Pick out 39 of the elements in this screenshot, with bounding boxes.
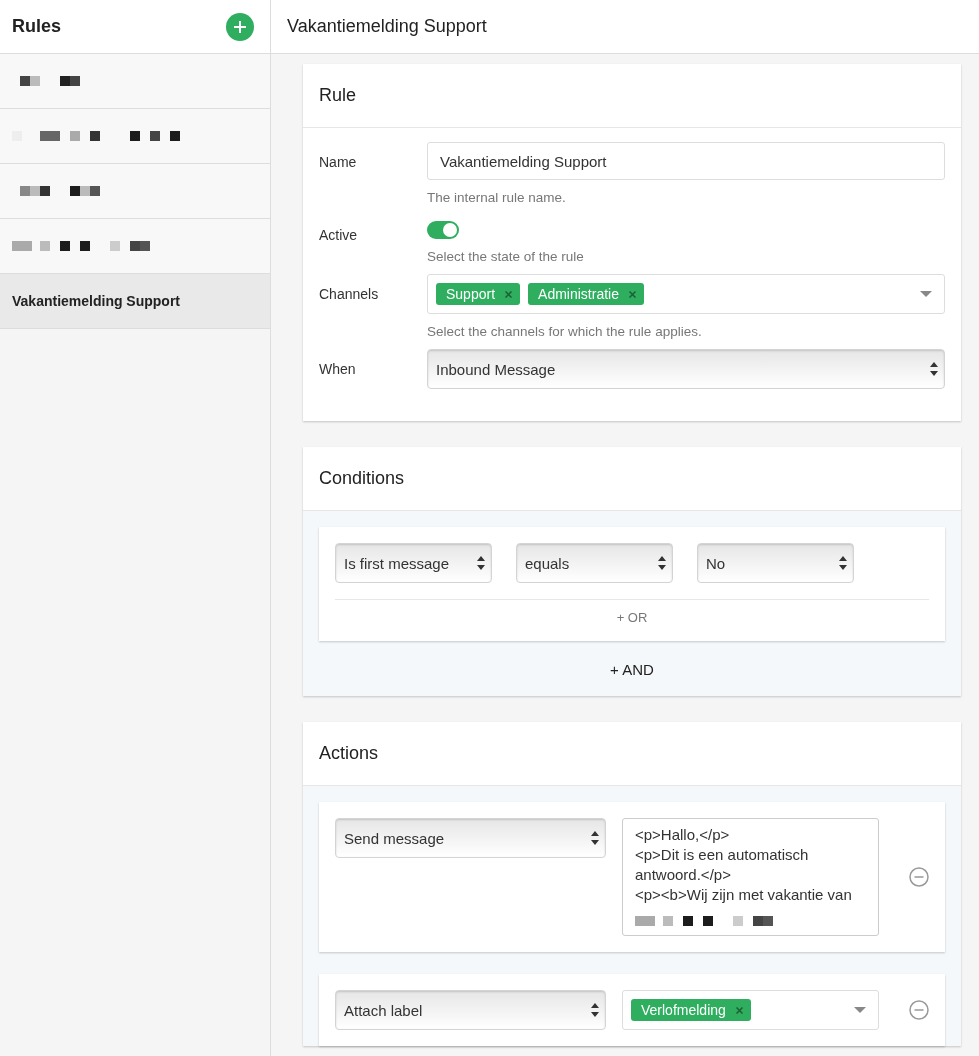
tag: Support	[436, 283, 521, 305]
active-toggle[interactable]	[427, 221, 459, 239]
help-text: Select the state of the rule	[427, 249, 585, 264]
remove-tag-button[interactable]	[735, 1004, 743, 1016]
caret-icon	[920, 291, 932, 297]
remove-action-button[interactable]	[909, 867, 929, 887]
message-field[interactable]: <p>Hallo,</p> <p>Dit is een automatisch antwoord.</p> <p><b>Wij zijn met vakantie van	[622, 818, 879, 936]
plus-icon	[234, 20, 246, 33]
card-title: Rule	[303, 64, 961, 128]
remove-action-button[interactable]	[909, 1000, 929, 1020]
field-label: Active	[319, 226, 359, 245]
field-label: Name	[319, 153, 358, 172]
caret-icon	[854, 1007, 866, 1013]
sidebar-title: Rules	[12, 16, 62, 37]
updown-arrows-icon	[591, 1003, 599, 1017]
remove-tag-button[interactable]	[628, 288, 636, 300]
add-and-button[interactable]: + AND	[602, 641, 662, 696]
add-rule-button[interactable]	[226, 12, 254, 41]
dropdown-select[interactable]: No	[697, 543, 854, 583]
dropdown-select[interactable]: Attach label	[335, 990, 606, 1030]
add-or-button[interactable]: + OR	[608, 600, 656, 641]
field-label: Channels	[319, 285, 380, 304]
remove-tag-button[interactable]	[505, 288, 513, 300]
tag: Verlofmelding	[631, 999, 751, 1021]
updown-arrows-icon	[658, 556, 666, 570]
updown-arrows-icon	[839, 556, 847, 570]
dropdown-select[interactable]: Send message	[335, 818, 606, 858]
field-label: When	[319, 360, 357, 379]
help-text: Select the channels for which the rule applies.	[427, 324, 703, 339]
updown-arrows-icon	[591, 831, 599, 845]
dropdown-select[interactable]: Inbound Message	[427, 349, 945, 389]
tag: Administratie	[528, 283, 644, 305]
rule-list-item[interactable]: Vakantiemelding Support	[0, 274, 270, 329]
updown-arrows-icon	[930, 362, 938, 376]
dropdown-select[interactable]: Is first message	[335, 543, 492, 583]
name-input[interactable]: Vakantiemelding Support	[427, 142, 945, 180]
updown-arrows-icon	[477, 556, 485, 570]
help-text: The internal rule name.	[427, 190, 567, 205]
dropdown-select[interactable]: equals	[516, 543, 673, 583]
